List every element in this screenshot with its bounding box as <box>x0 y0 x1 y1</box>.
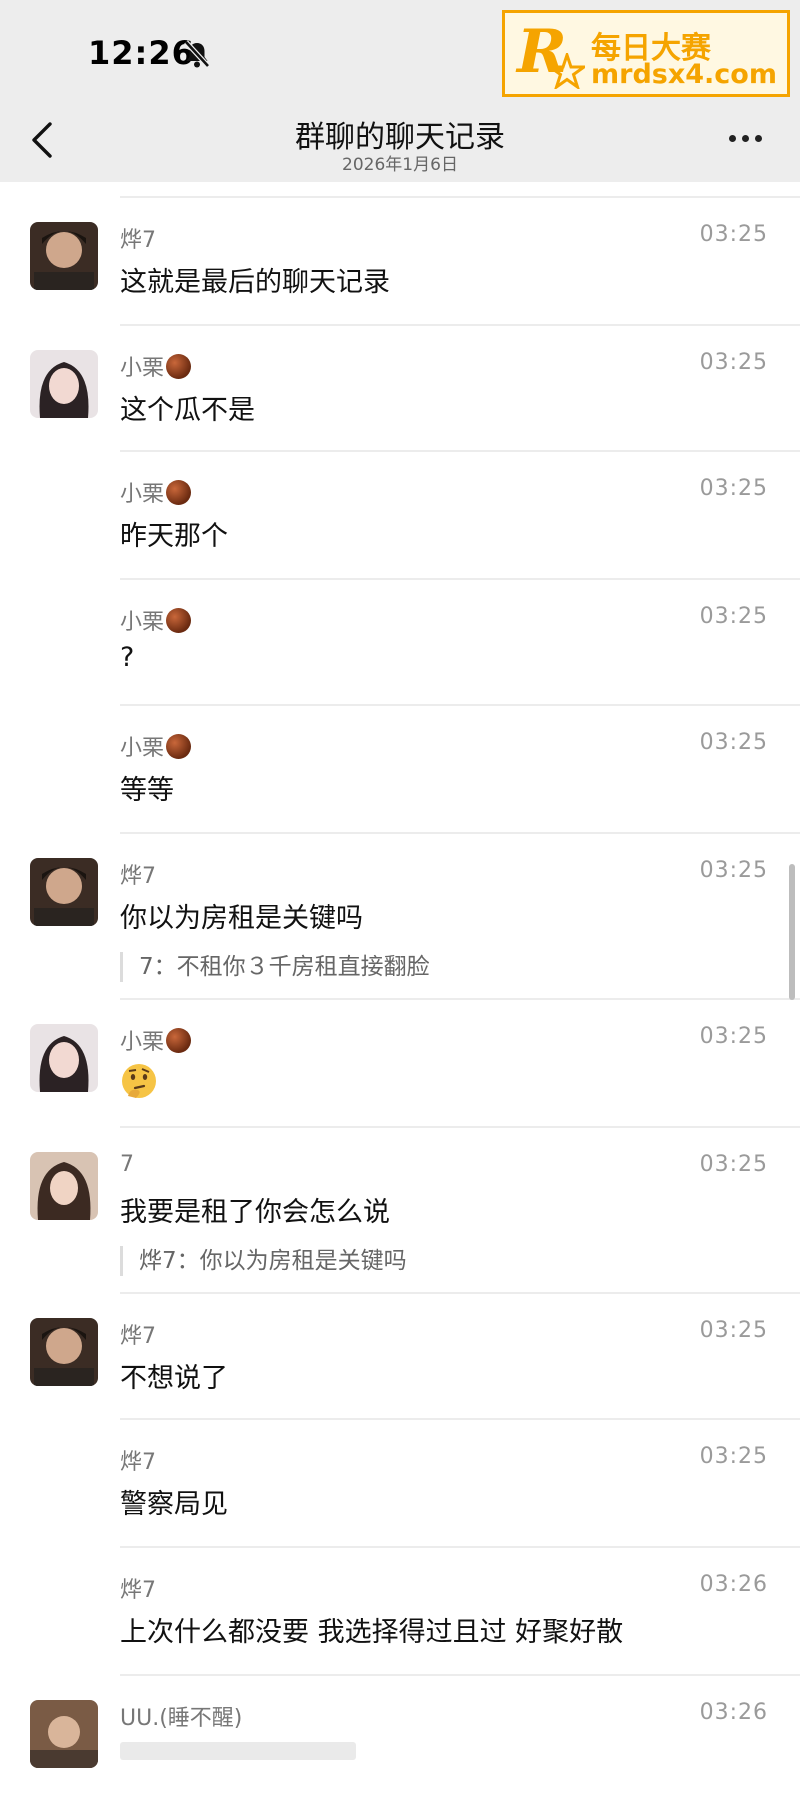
list-item[interactable]: 小栗 03:25 昨天那个 <box>120 450 800 578</box>
quoted-message[interactable]: 烨7：你以为房租是关键吗 <box>120 1246 407 1276</box>
message-text: 这个瓜不是 <box>120 395 255 426</box>
list-item[interactable]: 烨7 03:25 不想说了 <box>30 1292 800 1418</box>
list-item[interactable]: 烨7 03:25 你以为房租是关键吗 7：不租你３千房租直接翻脸 <box>30 832 800 998</box>
sender-name: 烨7 <box>120 864 156 889</box>
message-time: 03:25 <box>699 1444 768 1469</box>
sender-name: 小栗 <box>120 1024 192 1056</box>
avatar[interactable] <box>30 1700 98 1768</box>
sender-name: UU.(睡不醒) <box>120 1706 243 1731</box>
message-text: 我要是租了你会怎么说 <box>120 1197 390 1228</box>
message-time: 03:25 <box>699 858 768 883</box>
thinking-face-icon <box>122 1064 156 1098</box>
list-item[interactable]: 7 03:25 我要是租了你会怎么说 烨7：你以为房租是关键吗 <box>30 1126 800 1292</box>
message-text: 警察局见 <box>120 1489 228 1520</box>
message-text: ? <box>120 642 135 673</box>
list-item[interactable]: 烨7 03:25 警察局见 <box>120 1418 800 1546</box>
logo-url: mrdsx4.com <box>591 59 777 90</box>
list-item[interactable]: 小栗 03:25 <box>30 998 800 1126</box>
scrollbar[interactable] <box>789 864 795 1000</box>
list-item[interactable]: UU.(睡不醒) 03:26 <box>30 1674 800 1796</box>
avatar[interactable] <box>30 222 98 290</box>
list-item[interactable]: 小栗 03:25 ? <box>120 578 800 704</box>
avatar[interactable] <box>30 858 98 926</box>
message-time: 03:25 <box>699 1024 768 1049</box>
sender-name: 烨7 <box>120 1578 156 1603</box>
status-time: 12:26 <box>88 34 195 72</box>
watermark-logo: R 每日大赛 mrdsx4.com <box>502 10 790 97</box>
star-icon <box>549 53 585 89</box>
sender-name: 小栗 <box>120 350 192 382</box>
chestnut-icon <box>166 608 192 633</box>
avatar[interactable] <box>30 350 98 418</box>
message-text: 不想说了 <box>120 1363 228 1394</box>
message-time: 03:26 <box>699 1572 768 1597</box>
avatar[interactable] <box>30 1318 98 1386</box>
sender-name: 烨7 <box>120 1450 156 1475</box>
list-item[interactable]: 小栗 03:25 等等 <box>120 704 800 832</box>
chestnut-icon <box>166 480 192 505</box>
chestnut-icon <box>166 734 192 759</box>
list-item[interactable]: 烨7 03:25 这就是最后的聊天记录 <box>30 196 800 324</box>
message-preview <box>120 1742 356 1760</box>
chat-list: 烨7 03:25 这就是最后的聊天记录 小栗 03:25 这个瓜不是 小栗 03… <box>0 182 800 1796</box>
bell-slash-icon <box>184 40 210 68</box>
chestnut-icon <box>166 1028 192 1053</box>
more-icon[interactable] <box>726 124 772 154</box>
message-time: 03:25 <box>699 476 768 501</box>
message-text: 昨天那个 <box>120 521 228 552</box>
message-time: 03:25 <box>699 604 768 629</box>
message-text: 上次什么都没要 我选择得过且过 好聚好散 <box>120 1617 624 1648</box>
message-text: 你以为房租是关键吗 <box>120 903 363 934</box>
sender-name: 烨7 <box>120 1324 156 1349</box>
sender-name: 7 <box>120 1152 134 1177</box>
sender-name: 烨7 <box>120 228 156 253</box>
message-text: 这就是最后的聊天记录 <box>120 267 390 298</box>
quoted-message[interactable]: 7：不租你３千房租直接翻脸 <box>120 952 430 982</box>
sender-name: 小栗 <box>120 476 192 508</box>
message-time: 03:25 <box>699 222 768 247</box>
avatar[interactable] <box>30 1152 98 1220</box>
message-text: 等等 <box>120 775 174 806</box>
sender-name: 小栗 <box>120 730 192 762</box>
message-time: 03:25 <box>699 1318 768 1343</box>
message-time: 03:25 <box>699 350 768 375</box>
chestnut-icon <box>166 354 192 379</box>
message-time: 03:25 <box>699 1152 768 1177</box>
message-time: 03:25 <box>699 730 768 755</box>
message-time: 03:26 <box>699 1700 768 1725</box>
header: 12:26 R 每日大赛 mrdsx4.com 群聊的聊天记录 2026年1月6… <box>0 0 800 182</box>
page-subtitle: 2026年1月6日 <box>342 155 458 175</box>
list-item[interactable]: 小栗 03:25 这个瓜不是 <box>30 324 800 450</box>
list-item[interactable]: 烨7 03:26 上次什么都没要 我选择得过且过 好聚好散 <box>120 1546 800 1674</box>
sender-name: 小栗 <box>120 604 192 636</box>
avatar[interactable] <box>30 1024 98 1092</box>
